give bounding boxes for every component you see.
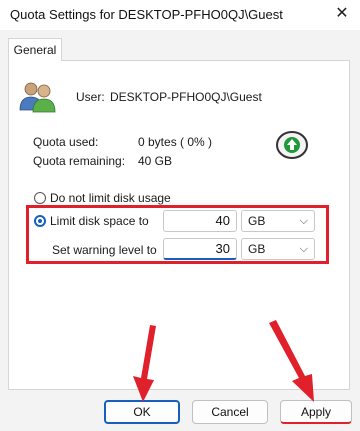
cancel-button[interactable]: Cancel bbox=[192, 400, 268, 424]
warning-unit-value: GB bbox=[248, 242, 266, 256]
no-limit-label: Do not limit disk usage bbox=[50, 191, 171, 205]
quota-remaining-label: Quota remaining: bbox=[33, 154, 126, 168]
user-label: User: bbox=[76, 90, 105, 104]
ok-button[interactable]: OK bbox=[104, 400, 180, 424]
close-button[interactable]: ✕ bbox=[332, 4, 352, 24]
traffic-light-green-icon bbox=[276, 131, 308, 159]
users-icon bbox=[19, 82, 56, 113]
warning-level-label: Set warning level to bbox=[52, 243, 157, 257]
limit-disk-radio[interactable]: Limit disk space to bbox=[34, 214, 149, 228]
quota-used-value: 0 bytes ( 0% ) bbox=[138, 135, 213, 149]
apply-button[interactable]: Apply bbox=[280, 400, 352, 424]
warning-unit-select[interactable]: GB ⌵ bbox=[241, 238, 315, 260]
quota-remaining-value: 40 GB bbox=[138, 154, 173, 168]
chevron-down-icon: ⌵ bbox=[299, 243, 308, 255]
radio-button[interactable] bbox=[34, 215, 46, 227]
radio-button[interactable] bbox=[34, 192, 46, 204]
limit-value-input[interactable]: 40 bbox=[163, 210, 237, 232]
no-limit-radio[interactable]: Do not limit disk usage bbox=[34, 191, 171, 205]
limit-unit-value: GB bbox=[248, 214, 266, 228]
user-value: DESKTOP-PFHO0QJ\Guest bbox=[110, 90, 262, 104]
window-title: Quota Settings for DESKTOP-PFHO0QJ\Guest bbox=[10, 7, 283, 22]
limit-unit-select[interactable]: GB ⌵ bbox=[241, 210, 315, 232]
chevron-down-icon: ⌵ bbox=[299, 215, 308, 227]
warning-value-input[interactable]: 30 bbox=[163, 238, 237, 260]
quota-used-label: Quota used: bbox=[33, 135, 99, 149]
limit-disk-label: Limit disk space to bbox=[50, 214, 149, 228]
tab-general[interactable]: General bbox=[8, 38, 62, 61]
title-bar: Quota Settings for DESKTOP-PFHO0QJ\Guest… bbox=[0, 0, 360, 30]
